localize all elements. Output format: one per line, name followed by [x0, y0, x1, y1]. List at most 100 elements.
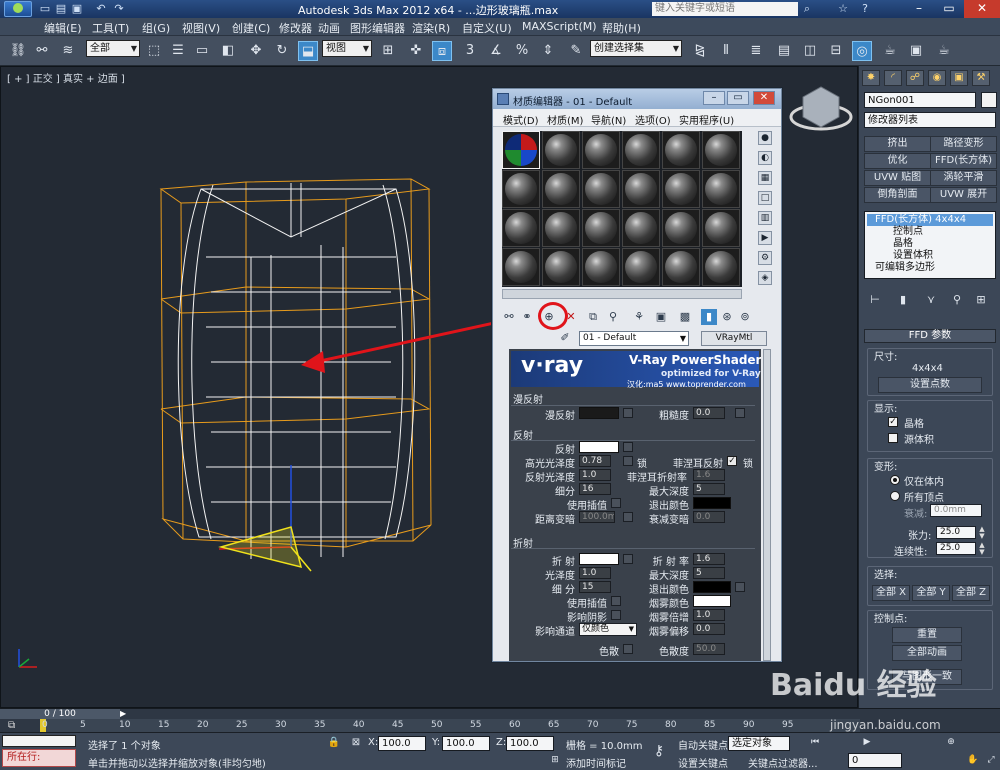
sample-slot[interactable] — [702, 248, 740, 286]
hilight-lock-button[interactable] — [623, 456, 633, 466]
search-input[interactable]: 键入关键字或短语 — [652, 2, 798, 16]
sample-slot[interactable] — [582, 248, 620, 286]
hierarchy-tab-icon[interactable]: ☍ — [906, 70, 924, 86]
source-volume-checkbox[interactable] — [888, 433, 898, 443]
uv-tiling-icon[interactable]: □ — [758, 191, 772, 205]
menu-group[interactable]: 组(G) — [142, 20, 170, 36]
key-filters-button[interactable]: 关键点过滤器... — [748, 755, 818, 770]
material-type-button[interactable]: VRayMtl — [701, 331, 767, 346]
save-icon[interactable]: ▣ — [70, 2, 84, 16]
schematic-view-icon[interactable]: ⊟ — [826, 41, 846, 61]
render-setup-icon[interactable]: ☕ — [880, 41, 900, 61]
refract-map-button[interactable] — [623, 554, 633, 564]
maxscript-listener-input[interactable] — [2, 735, 76, 747]
selection-filter-select[interactable]: 全部 — [86, 40, 140, 57]
sample-slot[interactable] — [582, 209, 620, 247]
z-coordinate-field[interactable]: 100.0 — [506, 736, 554, 751]
maximize-viewport-icon[interactable]: ⤢ — [984, 753, 998, 767]
affect-shadows-checkbox[interactable] — [611, 610, 621, 620]
reflect-color-swatch[interactable] — [579, 441, 619, 453]
menu-customize[interactable]: 自定义(U) — [462, 20, 512, 36]
refl-use-interp-checkbox[interactable] — [611, 498, 621, 508]
create-tab-icon[interactable]: ✸ — [862, 70, 880, 86]
bind-spacewarp-icon[interactable]: ≋ — [58, 41, 78, 61]
material-editor-title-bar[interactable]: 材质编辑器 - 01 - Default – ▭ ✕ — [493, 89, 781, 109]
continuity-spinner[interactable]: ▲ ▼ — [978, 542, 986, 556]
percent-snap-icon[interactable]: % — [512, 41, 532, 61]
remove-modifier-icon[interactable]: ⚲ — [949, 292, 965, 308]
material-effects-icon[interactable]: ▣ — [653, 309, 669, 325]
stack-item[interactable]: 晶格 — [867, 238, 913, 250]
mat-menu-utilities[interactable]: 实用程序(U) — [679, 112, 734, 127]
reset-button[interactable]: 重置 — [892, 627, 962, 643]
reference-coord-select[interactable]: 视图 — [322, 40, 372, 57]
move-icon[interactable]: ✥ — [246, 41, 266, 61]
sample-slot[interactable] — [502, 248, 540, 286]
select-all-z-button[interactable]: 全部 Z — [952, 585, 990, 601]
material-editor-window[interactable]: 材质编辑器 - 01 - Default – ▭ ✕ 模式(D) 材质(M) 导… — [492, 88, 782, 662]
sample-slot[interactable] — [702, 209, 740, 247]
redo-icon[interactable]: ↷ — [112, 2, 126, 16]
modifier-button-path-deform[interactable]: 路径变形 — [930, 136, 997, 152]
select-by-name-icon[interactable]: ☰ — [168, 41, 188, 61]
mat-menu-material[interactable]: 材质(M) — [547, 112, 583, 127]
menu-edit[interactable]: 编辑(E) — [44, 20, 82, 36]
show-end-result-icon[interactable]: ▮ — [701, 309, 717, 325]
scale-icon[interactable]: ⬓ — [298, 41, 318, 61]
refr-subdivs-value[interactable]: 15 — [579, 581, 611, 593]
window-crossing-icon[interactable]: ◧ — [218, 41, 238, 61]
maximize-button[interactable]: ▭ — [934, 0, 964, 18]
binoculars-icon[interactable]: ⌕ — [800, 2, 814, 16]
fog-multiplier-value[interactable]: 1.0 — [693, 609, 725, 621]
keyboard-shortcut-icon[interactable]: ⧈ — [432, 41, 452, 61]
fog-bias-value[interactable]: 0.0 — [693, 623, 725, 635]
dispersion-checkbox[interactable] — [623, 644, 633, 654]
auto-key-button[interactable]: 自动关键点 — [678, 737, 728, 752]
add-time-tag-button[interactable]: 添加时间标记 — [566, 755, 626, 770]
sample-type-icon[interactable]: ● — [758, 131, 772, 145]
time-slider-arrow-right-icon[interactable]: ▶ — [120, 709, 130, 719]
track-bar[interactable]: 0 5 10 15 20 25 30 35 40 45 50 55 60 65 … — [40, 719, 860, 733]
ffd-params-rollout[interactable]: FFD 参数 — [864, 329, 996, 343]
select-all-x-button[interactable]: 全部 X — [872, 585, 910, 601]
material-editor-icon[interactable]: ◎ — [852, 41, 872, 61]
sample-slot[interactable] — [542, 170, 580, 208]
help-icon[interactable]: ? — [858, 2, 872, 16]
undo-icon[interactable]: ↶ — [94, 2, 108, 16]
layer-manager-icon[interactable]: ≣ — [746, 41, 766, 61]
roughness-map-button[interactable] — [735, 408, 745, 418]
sample-slot[interactable] — [542, 131, 580, 169]
lock-selection-icon[interactable]: 🔒 — [326, 735, 342, 751]
select-all-y-button[interactable]: 全部 Y — [912, 585, 950, 601]
dim-distance-value[interactable]: 100.0mm — [579, 511, 615, 523]
y-coordinate-field[interactable]: 100.0 — [442, 736, 490, 751]
all-vertices-radio[interactable] — [890, 491, 900, 501]
ior-value[interactable]: 1.6 — [693, 553, 725, 565]
refract-color-swatch[interactable] — [579, 553, 619, 565]
angle-snap-icon[interactable]: ∡ — [486, 41, 506, 61]
get-material-icon[interactable]: ⚯ — [501, 309, 517, 325]
object-name-field[interactable]: NGon001 — [864, 92, 976, 108]
refr-exit-color-swatch[interactable] — [693, 581, 731, 593]
tension-field[interactable]: 25.0 — [936, 526, 976, 539]
lattice-checkbox[interactable]: ✓ — [888, 417, 898, 427]
eyedropper-icon[interactable]: ✐ — [557, 330, 573, 346]
rotate-icon[interactable]: ↻ — [272, 41, 292, 61]
refr-gloss-value[interactable]: 1.0 — [579, 567, 611, 579]
link-icon[interactable]: ⛓ — [8, 41, 28, 61]
mirror-icon[interactable]: ⧎ — [690, 41, 710, 61]
sample-slot[interactable] — [502, 131, 540, 169]
mat-maximize-button[interactable]: ▭ — [727, 91, 749, 105]
only-in-volume-radio[interactable] — [890, 475, 900, 485]
sample-slot[interactable] — [702, 170, 740, 208]
menu-create[interactable]: 创建(C) — [232, 20, 270, 36]
menu-help[interactable]: 帮助(H) — [602, 20, 641, 36]
options-icon[interactable]: ⚙ — [758, 251, 772, 265]
select-manipulate-icon[interactable]: ✜ — [406, 41, 426, 61]
play-icon[interactable]: ▶ — [860, 735, 874, 749]
mat-close-button[interactable]: ✕ — [753, 91, 775, 105]
make-unique-icon[interactable]: ⋎ — [923, 292, 939, 308]
fresnel-ior-value[interactable]: 1.6 — [693, 469, 725, 481]
menu-rendering[interactable]: 渲染(R) — [412, 20, 450, 36]
sample-slot[interactable] — [662, 248, 700, 286]
